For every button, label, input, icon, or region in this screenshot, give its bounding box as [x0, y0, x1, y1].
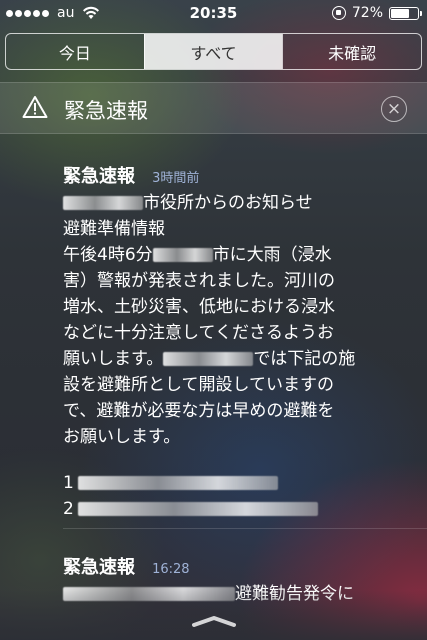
notification-line: 避難準備情報 [63, 219, 165, 239]
notification-line: 市に大雨（浸水 [212, 245, 332, 265]
battery-icon [389, 6, 422, 20]
notification-line: お願いします。 [63, 427, 181, 447]
close-handle[interactable] [0, 612, 427, 640]
warning-icon [22, 96, 48, 118]
battery-percent: 72% [351, 5, 383, 21]
notification-time: 16:28 [152, 562, 190, 577]
tab-missed[interactable]: 未確認 [282, 34, 421, 69]
clear-section-button[interactable]: × [381, 96, 407, 122]
notification-line: 午後4時6分 [63, 245, 153, 265]
close-icon: × [386, 98, 402, 119]
redacted-text [77, 476, 278, 490]
notification-time: 3時間前 [152, 171, 200, 186]
notification-line: 市役所からのお知らせ [143, 193, 313, 213]
notification-line: では下記の施 [253, 349, 356, 369]
battery-level-fill [391, 8, 409, 18]
notification-title: 緊急速報 [63, 557, 135, 578]
redacted-text [163, 352, 254, 366]
rotation-lock-icon [331, 6, 346, 20]
notification-item[interactable]: 緊急速報 3時間前 市役所からのお知らせ 避難準備情報 午後4時6分 市に大雨（浸… [63, 162, 418, 522]
divider [63, 528, 427, 529]
notification-body: 市役所からのお知らせ 避難準備情報 午後4時6分 市に大雨（浸水 害）警報が発表さ… [63, 190, 418, 522]
notification-filter-tabs: 今日 すべて 未確認 [5, 33, 422, 70]
chevron-handle-icon [191, 616, 236, 627]
tab-all[interactable]: すべて [143, 34, 283, 69]
section-header: 緊急速報 × [0, 82, 427, 134]
section-title: 緊急速報 [64, 99, 148, 123]
notification-line: 害）警報が発表されました。河川の [63, 271, 335, 291]
status-right: 72% [331, 5, 422, 21]
redacted-text [77, 502, 318, 516]
status-bar: au 20:35 72% [0, 0, 427, 28]
redacted-text [152, 248, 213, 262]
notification-line: 設を避難所として開設していますの [63, 375, 334, 395]
list-number: 2 [63, 499, 74, 519]
redacted-text [63, 196, 143, 210]
notification-title: 緊急速報 [63, 166, 135, 187]
notification-line: で、避難が必要な方は早めの避難を [63, 401, 335, 421]
notification-line: 増水、土砂災害、低地における浸水 [63, 297, 335, 317]
notification-line: 願いします。 [63, 349, 164, 369]
list-number: 1 [63, 473, 74, 493]
tab-today[interactable]: 今日 [6, 34, 144, 69]
notification-line: などに十分注意してくださるようお [63, 323, 334, 343]
